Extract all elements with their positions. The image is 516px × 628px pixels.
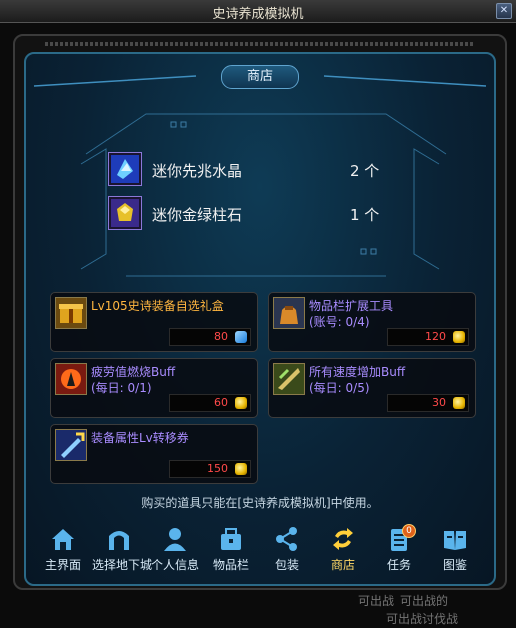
price-box: 150 xyxy=(169,460,251,478)
gold-currency-icon xyxy=(453,397,465,409)
nav-dungeon[interactable]: 选择地下城 xyxy=(92,524,153,576)
quest-badge: 0 xyxy=(402,524,416,538)
item-price: 150 xyxy=(207,462,228,475)
shop-refresh-icon xyxy=(333,528,353,550)
item-limit: (每日: 0/5) xyxy=(309,381,370,395)
nav-package[interactable]: 包装 xyxy=(260,524,314,576)
item-limit: (账号: 0/4) xyxy=(309,315,370,329)
inventory-icon xyxy=(221,528,241,550)
nav-label: 主界面 xyxy=(44,558,81,572)
nav-profile[interactable]: 个人信息 xyxy=(148,524,202,576)
shop-item[interactable]: Lv105史诗装备自选礼盒 80 xyxy=(50,292,258,352)
item-name: 物品栏扩展工具 xyxy=(309,299,394,313)
book-icon xyxy=(444,531,466,550)
gold-currency-icon xyxy=(453,331,465,343)
nav-label: 任务 xyxy=(386,558,411,572)
item-name: 装备属性Lv转移券 xyxy=(91,431,189,445)
price-box: 60 xyxy=(169,394,251,412)
reward-row: 迷你金绿柱石 1 个 xyxy=(108,196,408,230)
speed-buff-icon xyxy=(273,363,305,395)
nav-shop[interactable]: 商店 xyxy=(316,524,370,576)
fatigue-buff-icon xyxy=(55,363,87,395)
shop-item[interactable]: 所有速度增加Buff (每日: 0/5) 30 xyxy=(268,358,476,418)
background-text: 可出战 xyxy=(358,594,395,608)
home-icon xyxy=(52,529,74,550)
person-icon xyxy=(164,528,186,551)
item-limit: (每日: 0/1) xyxy=(91,381,152,395)
price-box: 120 xyxy=(387,328,469,346)
shop-item[interactable]: 疲劳值燃烧Buff (每日: 0/1) 60 xyxy=(50,358,258,418)
gold-currency-icon xyxy=(235,463,247,475)
nav-label: 个人信息 xyxy=(150,558,199,572)
price-box: 30 xyxy=(387,394,469,412)
nav-main[interactable]: 主界面 xyxy=(36,524,90,576)
gift-box-icon xyxy=(55,297,87,329)
gate-icon xyxy=(109,531,129,550)
item-price: 80 xyxy=(214,330,228,343)
bag-icon xyxy=(273,297,305,329)
bottom-nav: 主界面 选择地下城 个人信息 物品栏 包装 商店 0 任务 图鉴 xyxy=(36,524,484,576)
nav-label: 图鉴 xyxy=(442,558,467,572)
transfer-ticket-icon xyxy=(55,429,87,461)
nav-label: 选择地下城 xyxy=(92,558,153,572)
reward-name: 迷你金绿柱石 xyxy=(152,206,243,224)
nav-label: 物品栏 xyxy=(212,558,249,572)
reward-row: 迷你先兆水晶 2 个 xyxy=(108,152,408,186)
close-icon[interactable]: ✕ xyxy=(496,3,512,19)
price-box: 80 xyxy=(169,328,251,346)
nav-quest[interactable]: 0 任务 xyxy=(372,524,426,576)
shop-panel: 商店 迷你先兆水晶 2 个 迷你金绿柱石 1 个 Lv105史诗装备自选礼盒 8… xyxy=(24,52,496,586)
share-icon xyxy=(276,527,297,551)
item-price: 60 xyxy=(214,396,228,409)
reward-count: 2 个 xyxy=(350,162,380,180)
nav-collection[interactable]: 图鉴 xyxy=(428,524,482,576)
usage-note: 购买的道具只能在[史诗养成模拟机]中使用。 xyxy=(141,496,379,510)
item-name: 所有速度增加Buff xyxy=(309,365,406,379)
window-titlebar: 史诗养成模拟机 ✕ xyxy=(0,0,516,23)
nav-inventory[interactable]: 物品栏 xyxy=(204,524,258,576)
nav-label: 包装 xyxy=(274,558,299,572)
shop-item[interactable]: 装备属性Lv转移券 150 xyxy=(50,424,258,484)
nav-label: 商店 xyxy=(330,558,355,572)
shop-item[interactable]: 物品栏扩展工具 (账号: 0/4) 120 xyxy=(268,292,476,352)
reward-count: 1 个 xyxy=(350,206,380,224)
blue-crystal-currency-icon xyxy=(235,331,247,343)
reward-name: 迷你先兆水晶 xyxy=(152,162,243,180)
blue-crystal-icon xyxy=(108,152,142,186)
gold-currency-icon xyxy=(235,397,247,409)
item-price: 30 xyxy=(432,396,446,409)
background-text: 可出战讨伐战 xyxy=(386,612,459,626)
background-text: 可出战的 xyxy=(400,594,449,608)
window-title: 史诗养成模拟机 xyxy=(212,7,304,22)
gold-gem-icon xyxy=(108,196,142,230)
frame-decoration xyxy=(45,42,265,46)
item-name: Lv105史诗装备自选礼盒 xyxy=(91,299,224,313)
item-name: 疲劳值燃烧Buff xyxy=(91,365,176,379)
frame-decoration xyxy=(255,42,475,46)
item-price: 120 xyxy=(425,330,446,343)
